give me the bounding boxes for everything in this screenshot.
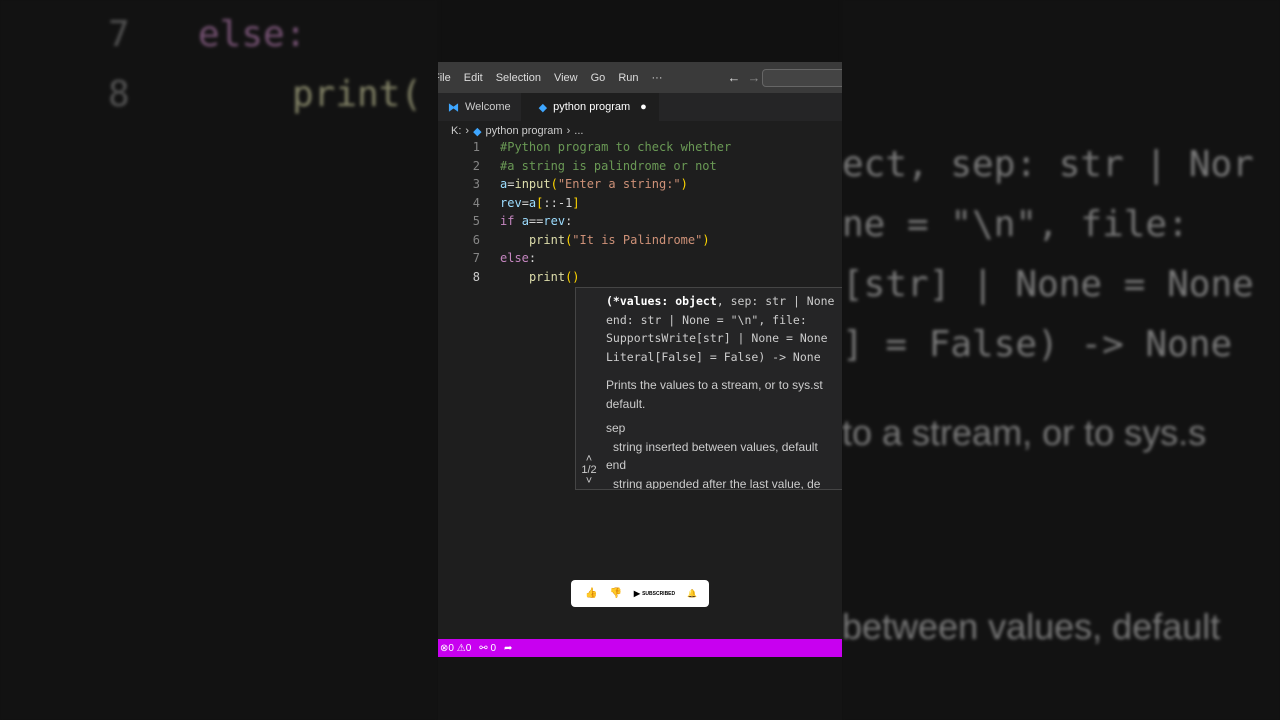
bg-text: to a stream, or to sys.s bbox=[842, 412, 1207, 453]
doc-description-cont: default. bbox=[606, 396, 646, 411]
bg-text: [str] | None = None bbox=[842, 264, 1254, 305]
menu-view[interactable]: View bbox=[554, 72, 578, 84]
command-center-search[interactable] bbox=[762, 69, 842, 87]
like-icon[interactable]: 👍 bbox=[585, 588, 597, 599]
code-text: if a==rev: bbox=[500, 214, 573, 229]
param-sep: sep bbox=[606, 421, 626, 435]
overload-pager: ˄ 1/2 ˅ bbox=[578, 454, 600, 487]
chevron-right-icon: › bbox=[566, 125, 571, 137]
line-number: 7 bbox=[472, 251, 480, 266]
code-line[interactable]: 3 a=input("Enter a string:") bbox=[438, 175, 731, 194]
code-text: rev=a[::-1] bbox=[500, 195, 580, 210]
bg-text: ne = "\n", file: bbox=[842, 204, 1189, 245]
menu-more[interactable]: ··· bbox=[652, 72, 663, 84]
menu-edit[interactable]: Edit bbox=[464, 72, 483, 84]
warning-count: 0 bbox=[465, 642, 472, 654]
tab-label: python program bbox=[553, 101, 631, 113]
tab-welcome[interactable]: ⧓ Welcome bbox=[438, 93, 521, 121]
error-count: 0 bbox=[448, 642, 454, 654]
status-bar: ⊗0 ⚠0 ⚯ 0 ➦ bbox=[438, 639, 842, 657]
line-number: 6 bbox=[472, 232, 480, 247]
code-line[interactable]: 5 if a==rev: bbox=[438, 212, 731, 231]
code-text: else: bbox=[500, 251, 537, 266]
problems-status[interactable]: ⊗0 ⚠0 bbox=[440, 643, 471, 654]
ports-icon: ⚯ bbox=[479, 642, 488, 654]
background-blur-right: ect, sep: str | Nor ne = "\n", file: [st… bbox=[842, 0, 1280, 720]
signature-help-popup: (*values: object, sep: str | None end: s… bbox=[575, 287, 842, 490]
doc-description: Prints the values to a stream, or to sys… bbox=[606, 378, 823, 392]
bg-text: print( bbox=[292, 74, 423, 115]
ports-status[interactable]: ⚯ 0 bbox=[479, 643, 496, 654]
warning-icon: ⚠ bbox=[456, 642, 466, 654]
python-file-icon: ◆ bbox=[473, 125, 482, 138]
breadcrumb-file[interactable]: python program bbox=[486, 125, 563, 137]
line-number: 4 bbox=[472, 195, 480, 210]
unsaved-dot-icon[interactable]: ● bbox=[640, 101, 647, 113]
code-line[interactable]: 6 print("It is Palindrome") bbox=[438, 231, 731, 250]
signature: (*values: object, sep: str | None end: s… bbox=[606, 294, 835, 364]
bottom-area bbox=[438, 657, 842, 720]
param-end: end bbox=[606, 458, 627, 472]
bell-icon[interactable]: 🔔 bbox=[687, 589, 697, 598]
code-editor[interactable]: 1 #Python program to check whether 2 #a str… bbox=[438, 138, 731, 286]
menu-bar: File Edit Selection View Go Run ··· ← → bbox=[438, 62, 842, 93]
bg-text: ect, sep: str | Nor bbox=[842, 144, 1254, 185]
chevron-right-icon: › bbox=[465, 125, 470, 137]
tab-python-program[interactable]: ◆ python program ● bbox=[520, 93, 659, 121]
bg-text: between values, default bbox=[842, 606, 1221, 647]
subscribe-button[interactable]: ▶ SUBSCRIBED bbox=[634, 589, 675, 598]
tab-bar: ⧓ Welcome ◆ python program ● bbox=[438, 93, 842, 121]
param-sep-desc: string inserted between values, default bbox=[613, 439, 818, 454]
back-arrow-icon[interactable]: ← bbox=[728, 70, 741, 85]
menu-go[interactable]: Go bbox=[591, 72, 606, 84]
code-line[interactable]: 1 #Python program to check whether bbox=[438, 138, 731, 157]
code-line[interactable]: 8 print() bbox=[438, 268, 731, 287]
dislike-icon[interactable]: 👎 bbox=[609, 588, 621, 599]
line-number: 8 bbox=[472, 269, 480, 284]
bg-text: 8 bbox=[108, 74, 130, 115]
code-text: #a string is palindrome or not bbox=[500, 158, 717, 173]
line-number: 5 bbox=[472, 214, 480, 229]
breadcrumb-more[interactable]: ... bbox=[574, 125, 583, 137]
breadcrumb-drive[interactable]: K: bbox=[451, 125, 461, 137]
line-number: 1 bbox=[472, 140, 480, 155]
menu-selection[interactable]: Selection bbox=[496, 72, 541, 84]
bg-text: else: bbox=[198, 14, 307, 55]
code-line[interactable]: 4 rev=a[::-1] bbox=[438, 194, 731, 213]
bg-text: ] = False) -> None bbox=[842, 324, 1233, 365]
menu-file[interactable]: File bbox=[438, 72, 451, 84]
chevron-down-icon[interactable]: ˅ bbox=[578, 476, 600, 487]
vscode-window: File Edit Selection View Go Run ··· ← → … bbox=[438, 62, 842, 720]
code-line[interactable]: 7 else: bbox=[438, 249, 731, 268]
menu-run[interactable]: Run bbox=[618, 72, 638, 84]
youtube-icon: ▶ bbox=[633, 589, 641, 598]
background-blur-left: 7 else: 8 print( bbox=[0, 0, 438, 720]
ports-count: 0 bbox=[490, 642, 496, 654]
code-text: print("It is Palindrome") bbox=[528, 232, 710, 247]
bg-text: 7 bbox=[108, 14, 130, 55]
live-share-icon[interactable]: ➦ bbox=[504, 643, 512, 654]
code-text: print() bbox=[528, 269, 580, 284]
code-line[interactable]: 2 #a string is palindrome or not bbox=[438, 157, 731, 176]
youtube-overlay: 👍 👎 ▶ SUBSCRIBED 🔔 bbox=[571, 580, 709, 607]
subscribe-label: SUBSCRIBED bbox=[642, 590, 676, 597]
vscode-icon: ⧓ bbox=[448, 101, 459, 114]
forward-arrow-icon[interactable]: → bbox=[748, 70, 761, 85]
code-text: a=input("Enter a string:") bbox=[500, 177, 688, 192]
python-file-icon: ◆ bbox=[538, 101, 548, 114]
code-text: #Python program to check whether bbox=[500, 140, 732, 155]
line-number: 2 bbox=[472, 158, 480, 173]
line-number: 3 bbox=[472, 177, 480, 192]
tab-label: Welcome bbox=[465, 101, 511, 113]
param-end-desc: string appended after the last value, de bbox=[613, 476, 821, 490]
